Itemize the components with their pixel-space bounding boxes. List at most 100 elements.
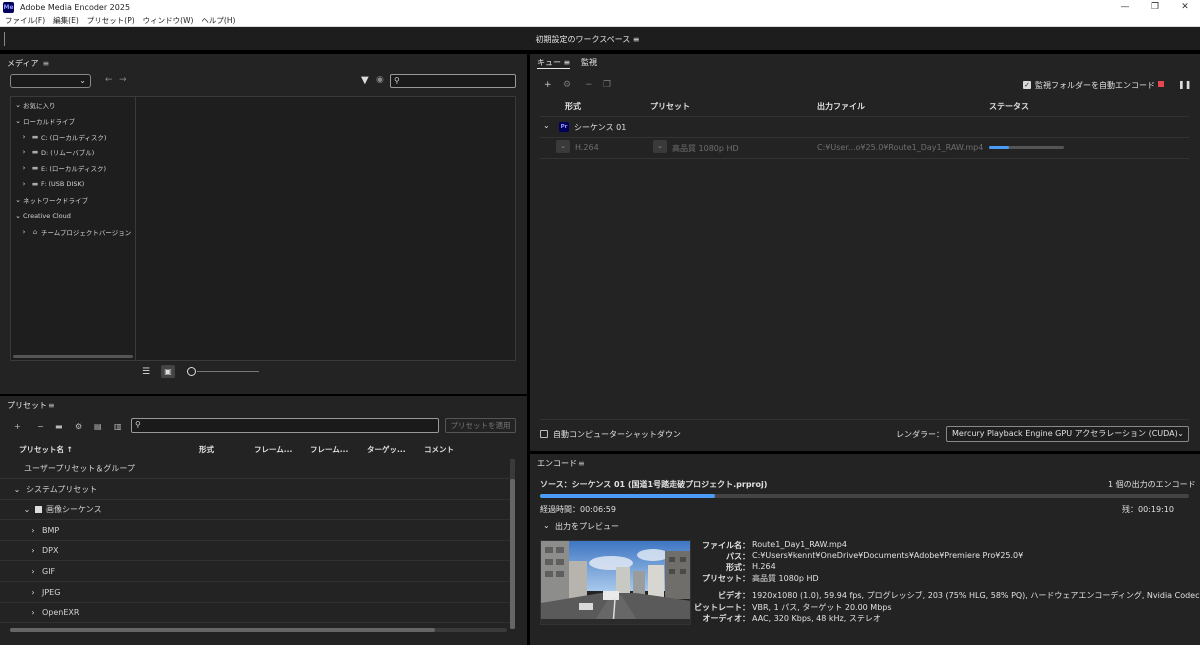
forward-arrow-icon[interactable]: →: [119, 75, 127, 85]
tree-item[interactable]: ⌄ Creative Cloud: [11, 209, 71, 223]
queue-item-output-file[interactable]: C:¥User...o¥25.0¥Route1_Day1_RAW.mp4: [817, 143, 983, 152]
chevron-right-icon[interactable]: ›: [28, 567, 38, 576]
preview-expand-icon[interactable]: ⌄: [543, 521, 550, 530]
add-source-icon[interactable]: +: [544, 80, 552, 90]
filter-icon[interactable]: ▼: [361, 75, 369, 86]
column-output-file: 出力ファイル: [817, 102, 865, 111]
chevron-right-icon[interactable]: ›: [28, 526, 38, 535]
column-format[interactable]: 形式: [199, 444, 214, 455]
column-frame-rate[interactable]: フレーム...: [310, 444, 348, 455]
preset-row[interactable]: › OpenEXR: [0, 603, 512, 624]
chevron-down-icon[interactable]: ⌄: [12, 485, 22, 494]
queue-item-format[interactable]: H.264: [575, 143, 599, 152]
menu-help[interactable]: ヘルプ(H): [201, 15, 235, 26]
apply-preset-button[interactable]: プリセットを適用: [445, 418, 516, 433]
tree-item[interactable]: › ▬ C: (ローカルディスク): [11, 130, 107, 144]
remove-preset-icon[interactable]: −: [37, 422, 44, 431]
chevron-right-icon[interactable]: ›: [19, 148, 29, 156]
auto-encode-checkbox[interactable]: ✓: [1023, 81, 1031, 89]
remove-icon[interactable]: −: [585, 80, 593, 90]
new-group-icon[interactable]: ▬: [55, 422, 63, 431]
preset-row[interactable]: ⌄ 画像シーケンス: [0, 500, 512, 521]
menu-file[interactable]: ファイル(F): [5, 15, 45, 26]
tab-watch-folders[interactable]: 監視: [581, 57, 597, 68]
thumbnail-view-icon[interactable]: ▣: [161, 365, 175, 378]
preset-row[interactable]: › BMP: [0, 521, 512, 541]
encoding-panel-title[interactable]: エンコード: [537, 458, 577, 469]
preset-row[interactable]: › JPEG: [0, 583, 512, 603]
duplicate-icon[interactable]: ❐: [603, 80, 611, 90]
preset-row[interactable]: ユーザープリセット＆グループ: [0, 459, 512, 479]
import-preset-icon[interactable]: ▤: [94, 422, 102, 431]
panel-menu-icon[interactable]: ≡: [48, 401, 55, 410]
chevron-right-icon[interactable]: ›: [19, 133, 29, 141]
output-preview-toggle[interactable]: 出力をプレビュー: [555, 521, 619, 532]
menu-window[interactable]: ウィンドウ(W): [143, 15, 194, 26]
chevron-right-icon[interactable]: ›: [28, 588, 38, 597]
tab-queue[interactable]: キュー ≡: [537, 57, 571, 69]
scrollbar-thumb[interactable]: [10, 628, 435, 632]
list-view-icon[interactable]: ☰: [142, 367, 150, 377]
preset-row[interactable]: › DPX: [0, 541, 512, 562]
zoom-slider-track[interactable]: [197, 371, 259, 372]
close-button[interactable]: ✕: [1170, 0, 1200, 14]
tree-item[interactable]: ⌄ ネットワークドライブ: [11, 193, 88, 207]
chevron-down-icon[interactable]: ⌄: [13, 117, 23, 125]
tree-item[interactable]: › ⌂ チームプロジェクトバージョン: [11, 225, 132, 239]
tree-horizontal-scrollbar[interactable]: [13, 355, 133, 358]
tree-item[interactable]: › ▬ F: (USB DISK): [11, 177, 85, 191]
preset-vertical-scrollbar[interactable]: [510, 459, 515, 629]
panel-menu-icon[interactable]: ≡: [42, 59, 49, 68]
settings-icon[interactable]: ⚙: [563, 80, 571, 90]
chevron-right-icon[interactable]: ›: [19, 164, 29, 172]
workspace-title[interactable]: 初期設定のワークスペース ≡: [0, 34, 1175, 45]
restore-button[interactable]: ❐: [1140, 0, 1170, 14]
add-preset-icon[interactable]: +: [14, 422, 21, 431]
preset-panel-title[interactable]: プリセット: [7, 400, 47, 411]
column-frame-size[interactable]: フレーム...: [254, 444, 292, 455]
tree-item[interactable]: › ▬ E: (ローカルディスク): [11, 161, 106, 175]
queue-sequence-name[interactable]: シーケンス 01: [574, 122, 626, 133]
tree-item[interactable]: › ▬ D: (リムーバブル): [11, 145, 95, 159]
menu-edit[interactable]: 編集(E): [53, 15, 79, 26]
media-search-input[interactable]: ⚲: [390, 74, 516, 88]
settings-icon[interactable]: ⚙: [75, 422, 82, 431]
chevron-right-icon[interactable]: ›: [19, 228, 29, 236]
back-arrow-icon[interactable]: ←: [105, 75, 113, 85]
chevron-right-icon[interactable]: ›: [28, 608, 38, 617]
info-value: Route1_Day1_RAW.mp4: [752, 540, 847, 549]
pause-queue-button[interactable]: ❚❚: [1178, 80, 1191, 89]
format-dropdown[interactable]: ⌄: [556, 140, 570, 153]
column-comment[interactable]: コメント: [424, 444, 454, 455]
chevron-down-icon[interactable]: ⌄: [22, 505, 32, 514]
chevron-right-icon[interactable]: ›: [28, 546, 38, 555]
stop-queue-button[interactable]: [1158, 81, 1164, 87]
column-target[interactable]: ターゲッ...: [367, 444, 406, 455]
chevron-down-icon[interactable]: ⌄: [13, 101, 23, 109]
location-dropdown[interactable]: ⌄: [10, 74, 91, 88]
preset-search-input[interactable]: ⚲: [131, 418, 439, 433]
tree-item[interactable]: ⌄ お気に入り: [11, 98, 55, 112]
eye-icon[interactable]: ◉: [376, 75, 384, 85]
chevron-right-icon[interactable]: ›: [19, 180, 29, 188]
preset-row[interactable]: ⌄ システムプリセット: [0, 480, 512, 500]
queue-item-preset[interactable]: 高品質 1080p HD: [672, 143, 739, 154]
panel-menu-icon[interactable]: ≡: [578, 459, 585, 468]
minimize-button[interactable]: —: [1110, 0, 1140, 14]
column-preset-name[interactable]: プリセット名 ↑: [19, 444, 73, 455]
preset-row[interactable]: › GIF: [0, 562, 512, 582]
renderer-dropdown[interactable]: Mercury Playback Engine GPU アクセラレーション (C…: [946, 426, 1189, 442]
media-panel-title[interactable]: メディア: [7, 58, 38, 69]
tree-item[interactable]: ⌄ ローカルドライブ: [11, 114, 75, 128]
export-preset-icon[interactable]: ▥: [114, 422, 122, 431]
preset-horizontal-scrollbar[interactable]: [10, 628, 507, 632]
menu-preset[interactable]: プリセット(P): [87, 15, 135, 26]
zoom-slider-knob[interactable]: [187, 367, 196, 376]
chevron-down-icon[interactable]: ⌄: [13, 196, 23, 204]
panel-menu-icon[interactable]: ≡: [564, 58, 571, 67]
scrollbar-thumb[interactable]: [510, 479, 515, 629]
auto-shutdown-checkbox[interactable]: [540, 430, 548, 438]
sequence-expand-icon[interactable]: ⌄: [543, 121, 550, 130]
preset-dropdown[interactable]: ⌄: [653, 140, 667, 153]
chevron-down-icon[interactable]: ⌄: [13, 212, 23, 220]
